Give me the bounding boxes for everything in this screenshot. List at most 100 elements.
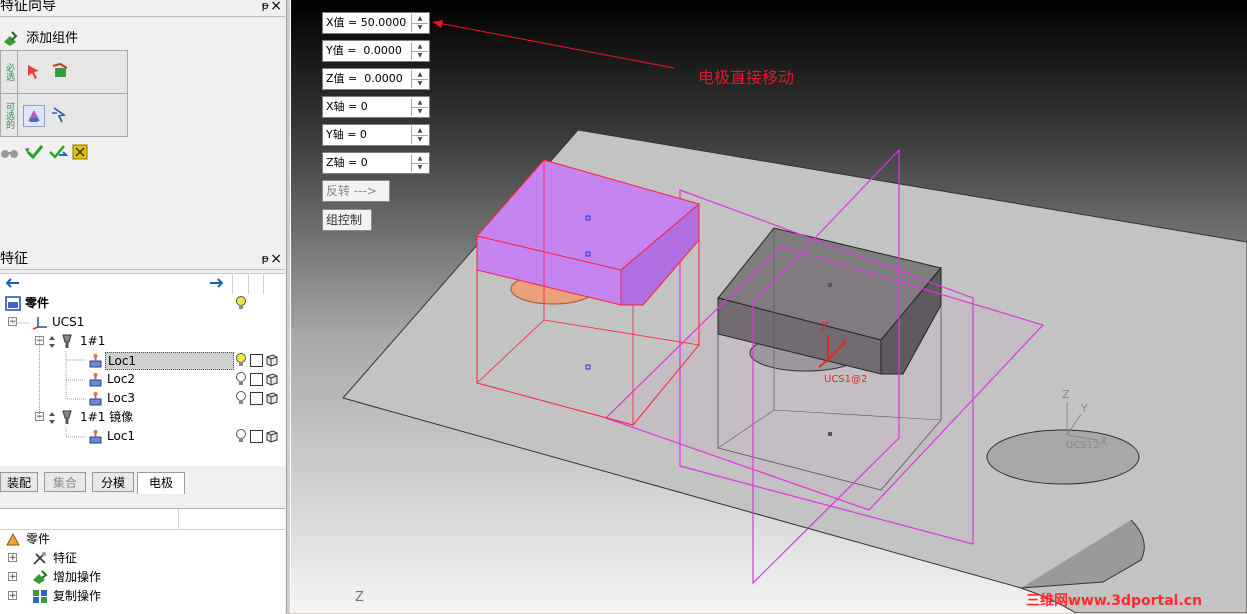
- close-icon[interactable]: ×: [270, 249, 282, 269]
- tree-label: Loc1: [107, 429, 136, 443]
- select-pointer-icon[interactable]: [25, 62, 45, 82]
- place-component-icon[interactable]: [51, 62, 71, 82]
- tab-electrode[interactable]: 电极: [137, 472, 185, 494]
- solid-cube-icon[interactable]: [265, 391, 279, 405]
- tab-collection[interactable]: 集合: [44, 472, 86, 492]
- spin-buttons[interactable]: ▲ ▼: [411, 42, 428, 60]
- close-icon[interactable]: ×: [270, 0, 282, 16]
- op-label: 零件: [26, 532, 51, 546]
- spin-buttons[interactable]: ▲ ▼: [411, 98, 428, 116]
- expand-toggle[interactable]: +: [8, 591, 17, 601]
- x-axis-spinbox[interactable]: X轴 = 0 ▲ ▼: [322, 96, 430, 118]
- feature-tools-icon: [33, 552, 46, 565]
- visibility-checkbox[interactable]: [250, 354, 263, 367]
- y-axis-spinbox[interactable]: Y轴 = 0 ▲ ▼: [322, 124, 430, 146]
- reverse-button[interactable]: 反转 --->: [322, 180, 390, 202]
- optional-side-label: 可选的: [1, 94, 18, 136]
- arrow-left-icon[interactable]: [4, 277, 20, 289]
- plate-hole: [986, 429, 1140, 485]
- world-ucs-name-label: UCS12: [1066, 440, 1099, 451]
- feature-tree: 零件 − UCS1 − 1#1 Loc1 Loc2 Loc3 − 1#1 镜像 …: [0, 294, 285, 466]
- tree-label: Loc2: [107, 372, 136, 386]
- apply-icon[interactable]: [48, 143, 69, 161]
- ucs-axis-z-label: Z: [821, 320, 829, 333]
- visibility-checkbox[interactable]: [250, 392, 263, 405]
- z-value-spinbox[interactable]: Z值 = 0.0000 ▲ ▼: [322, 68, 430, 90]
- spin-buttons[interactable]: ▲ ▼: [411, 14, 428, 32]
- y-value-text: Y值 = 0.0000: [326, 44, 402, 57]
- op-row-add-operation[interactable]: + 增加操作: [0, 568, 285, 587]
- x-value-text: X值 = 50.0000: [326, 16, 407, 29]
- tree-connectors: [12, 318, 86, 438]
- add-component-icon: [4, 30, 18, 46]
- op-row-feature[interactable]: + 特征: [0, 549, 285, 568]
- visibility-checkbox[interactable]: [250, 373, 263, 386]
- lightbulb-icon[interactable]: [235, 372, 247, 386]
- expand-toggle[interactable]: +: [8, 553, 17, 563]
- z-value-text: Z值 = 0.0000: [326, 72, 403, 85]
- spin-buttons[interactable]: ▲ ▼: [411, 70, 428, 88]
- copy-operation-icon: [33, 590, 47, 603]
- lightbulb-icon[interactable]: [235, 296, 247, 310]
- op-row-part[interactable]: 零件: [0, 530, 285, 549]
- operation-tree-header: [0, 509, 285, 530]
- x-axis-text: X轴 = 0: [326, 100, 368, 113]
- lightbulb-icon[interactable]: [235, 429, 247, 443]
- 3d-scene[interactable]: Z Y UCS1@2 Z Y X UCS12: [291, 0, 1247, 613]
- lightbulb-icon[interactable]: [235, 391, 247, 405]
- part-cone-icon: [6, 532, 20, 546]
- solid-cube-icon[interactable]: [265, 429, 279, 443]
- z-axis-spinbox[interactable]: Z轴 = 0 ▲ ▼: [322, 152, 430, 174]
- group-control-button[interactable]: 组控制: [322, 209, 372, 231]
- tree-label: Loc3: [107, 391, 136, 405]
- spin-buttons[interactable]: ▲ ▼: [411, 126, 428, 144]
- op-row-copy-operation[interactable]: + 复制操作: [0, 587, 285, 606]
- wizard-toolbar: ▾: [0, 143, 89, 165]
- visibility-checkbox[interactable]: [250, 430, 263, 443]
- feature-tree-header: [0, 273, 285, 295]
- world-axis-x-label: X: [1100, 435, 1108, 448]
- pin-icon[interactable]: ᵽ: [262, 0, 269, 16]
- add-component-label: 添加组件: [26, 31, 79, 46]
- optional-row: 可选的: [1, 94, 127, 136]
- solid-cube-icon[interactable]: [265, 372, 279, 386]
- tab-assembly[interactable]: 装配: [0, 472, 38, 492]
- pick-pointer-icon[interactable]: [49, 105, 69, 125]
- bottom-tabs: 装配 集合 分模 电极: [0, 472, 286, 494]
- x-value-spinbox[interactable]: X值 = 50.0000 ▲ ▼: [322, 12, 430, 34]
- arrow-right-icon[interactable]: [209, 277, 225, 289]
- operation-tree: 零件 + 特征 + 增加操作 + 复制操作: [0, 508, 285, 614]
- expand-toggle[interactable]: +: [8, 572, 17, 582]
- feature-title-text: 特征: [0, 251, 28, 267]
- z-axis-text: Z轴 = 0: [326, 156, 368, 169]
- ucs-name-label: UCS1@2: [824, 374, 867, 385]
- spin-buttons[interactable]: ▲ ▼: [411, 154, 428, 172]
- y-value-spinbox[interactable]: Y值 = 0.0000 ▲ ▼: [322, 40, 430, 62]
- cancel-wizard-icon[interactable]: [71, 143, 89, 161]
- feature-panel-title: 特征 ᵽ ×: [0, 249, 285, 270]
- y-axis-text: Y轴 = 0: [326, 128, 367, 141]
- wizard-step-grid: 必选 可选的: [0, 50, 128, 137]
- add-component-button[interactable]: 添加组件: [2, 29, 78, 49]
- world-axis-y-label: Y: [1080, 402, 1088, 415]
- world-axis-z-label: Z: [1062, 388, 1070, 401]
- op-label: 增加操作: [53, 570, 102, 584]
- watermark: 三维网www.3dportal.cn: [1026, 593, 1203, 609]
- pin-icon[interactable]: ᵽ: [262, 249, 269, 269]
- component-options-icon[interactable]: [23, 105, 45, 127]
- op-label: 复制操作: [53, 589, 102, 603]
- lightbulb-icon[interactable]: [235, 353, 247, 367]
- required-row: 必选: [1, 51, 127, 94]
- tree-label: Loc1: [105, 352, 234, 370]
- chevron-down-icon[interactable]: ▾: [25, 146, 30, 156]
- tab-parting[interactable]: 分模: [92, 472, 134, 492]
- required-side-label: 必选: [1, 51, 18, 93]
- wizard-panel-title: 特征向导 ᵽ ×: [0, 0, 285, 17]
- graphics-viewport[interactable]: Z Y UCS1@2 Z Y X UCS12 X值 = 50.0000 ▲ ▼ Y…: [291, 0, 1247, 613]
- annotation-text: 电极直接移动: [698, 68, 795, 87]
- wizard-title-text: 特征向导: [0, 0, 56, 14]
- op-label: 特征: [53, 551, 78, 565]
- solid-cube-icon[interactable]: [265, 353, 279, 367]
- view-axis-z-label: Z: [355, 590, 364, 605]
- preview-glasses-icon[interactable]: [0, 145, 22, 161]
